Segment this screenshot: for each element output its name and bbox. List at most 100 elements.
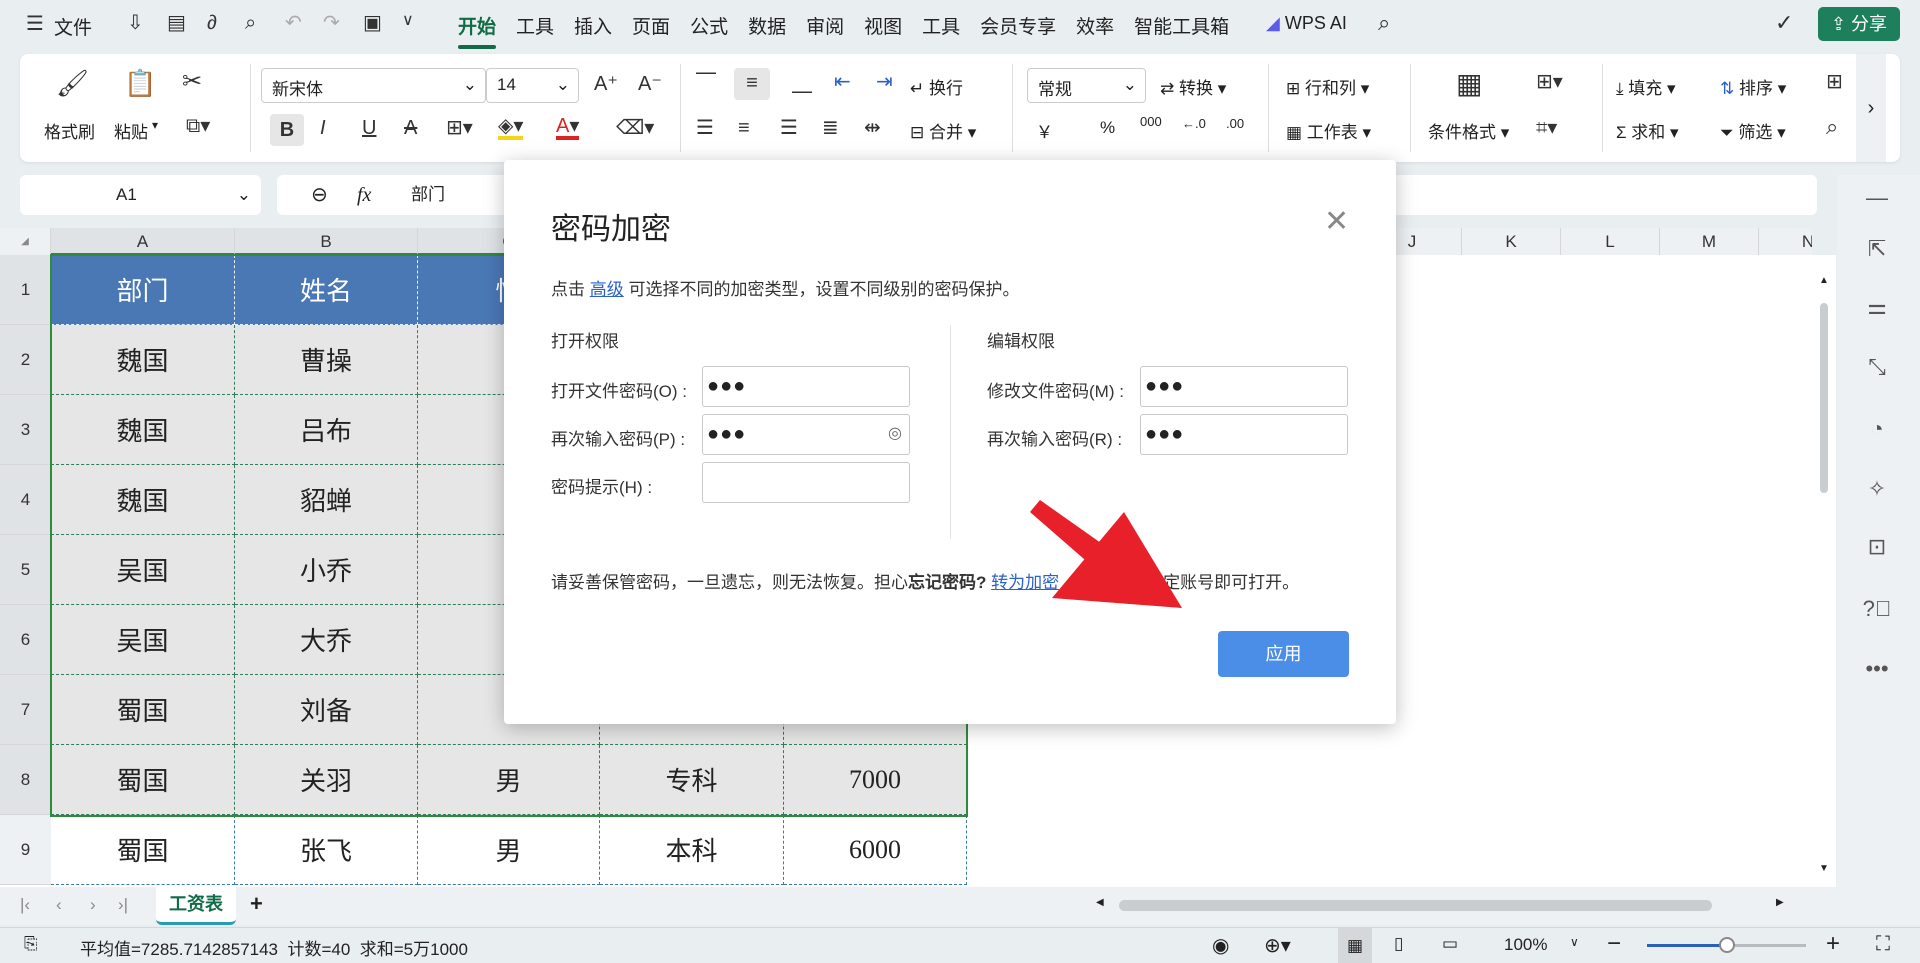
underline-icon[interactable]: U [362, 118, 376, 138]
decrease-font-icon[interactable]: A⁻ [638, 74, 662, 94]
font-size-select[interactable]: 14 ⌄ [486, 68, 579, 103]
cut-icon[interactable]: ✂ [182, 70, 202, 94]
grid-settings-icon[interactable]: ⊕▾ [1264, 933, 1291, 958]
tab-data[interactable]: 数据 [748, 12, 786, 39]
row-header-7[interactable]: 7 [0, 675, 51, 745]
column-header-N[interactable]: N [1759, 228, 1812, 255]
open-password-field[interactable]: ●●● [702, 366, 910, 407]
page-layout-view-icon[interactable]: ▯ [1394, 934, 1403, 954]
cell-A2[interactable]: 魏国 [51, 325, 235, 395]
macro-icon[interactable]: ⎘ [24, 934, 38, 954]
cell-C9[interactable]: 男 [418, 815, 600, 885]
tab-start[interactable]: 开始 [458, 12, 497, 49]
fx-icon[interactable]: fx [357, 175, 371, 215]
convert-button[interactable]: ⇄ 转换 ▾ [1160, 74, 1226, 99]
search-icon[interactable]: ⌕ [1378, 12, 1390, 34]
conditional-format-button[interactable]: 条件格式 ▾ [1428, 118, 1509, 143]
fullscreen-icon[interactable]: ⛶ [1876, 933, 1890, 956]
cell-D8[interactable]: 专科 [600, 745, 784, 815]
tools-icon[interactable]: ✧ [1862, 476, 1892, 502]
cell-E9[interactable]: 6000 [784, 815, 967, 885]
row-header-4[interactable]: 4 [0, 465, 51, 535]
vertical-scrollbar[interactable]: ▲ ▼ [1812, 255, 1836, 887]
cell-A7[interactable]: 蜀国 [51, 675, 235, 745]
sort-button[interactable]: ⇅ 排序 ▾ [1720, 74, 1786, 99]
bold-icon[interactable]: B [270, 114, 304, 146]
currency-button[interactable]: ￥ [1036, 118, 1053, 143]
add-sheet-button[interactable]: + [250, 891, 263, 917]
cell-B7[interactable]: 刘备 [235, 675, 418, 745]
merge-button[interactable]: ⊟ 合并 ▾ [910, 118, 976, 143]
cell-B8[interactable]: 关羽 [235, 745, 418, 815]
save-icon[interactable]: ▤ [167, 13, 186, 33]
row-header-8[interactable]: 8 [0, 745, 51, 815]
tab-smart-toolbox[interactable]: 智能工具箱 [1134, 12, 1229, 39]
apply-button[interactable]: 应用 [1218, 631, 1349, 677]
cell-style-icon[interactable]: ⊞▾ [1536, 72, 1563, 92]
zoom-formula-icon[interactable]: ⊖ [311, 175, 328, 215]
collapse-icon[interactable]: — [1862, 185, 1892, 211]
freeze-icon[interactable]: ⊞ [1826, 72, 1843, 92]
select-all-corner[interactable]: ◢ [0, 228, 51, 255]
cell-A9[interactable]: 蜀国 [51, 815, 235, 885]
cell-C8[interactable]: 男 [418, 745, 600, 815]
column-header-B[interactable]: B [235, 228, 418, 255]
fill-color-icon[interactable]: ◈▾ [498, 116, 524, 140]
row-header-5[interactable]: 5 [0, 535, 51, 605]
zoom-out-button[interactable]: − [1607, 930, 1621, 958]
align-right-icon[interactable]: ☰ [780, 118, 798, 138]
zoom-slider-knob[interactable] [1718, 937, 1735, 953]
zoom-in-button[interactable]: + [1826, 930, 1840, 958]
strikethrough-icon[interactable]: A [404, 118, 417, 138]
tab-view[interactable]: 视图 [864, 12, 902, 39]
scroll-left-icon[interactable]: ◀ [1096, 897, 1104, 908]
increase-decimal-button[interactable]: ←.0 [1182, 116, 1206, 131]
copy-icon[interactable]: ⧉▾ [186, 116, 210, 136]
cell-B6[interactable]: 大乔 [235, 605, 418, 675]
rows-columns-button[interactable]: ⊞ 行和列 ▾ [1286, 74, 1369, 99]
zoom-slider[interactable] [1647, 937, 1806, 953]
justify-icon[interactable]: ≣ [822, 118, 839, 138]
cell-B1[interactable]: 姓名 [235, 255, 418, 325]
last-sheet-icon[interactable]: ›| [118, 895, 128, 915]
select-cursor-icon[interactable]: ⇱ [1862, 236, 1892, 262]
row-header-1[interactable]: 1 [0, 255, 51, 325]
redo-icon[interactable]: ↷ [323, 13, 340, 33]
tab-member[interactable]: 会员专享 [980, 12, 1056, 39]
tab-formula[interactable]: 公式 [690, 12, 728, 39]
menu-icon[interactable]: ☰ [26, 14, 44, 34]
chart-icon[interactable]: ◔ [1862, 416, 1892, 442]
close-icon[interactable]: ✕ [1324, 204, 1349, 239]
format-painter-button[interactable]: 格式刷 [44, 118, 95, 143]
cell-B5[interactable]: 小乔 [235, 535, 418, 605]
worksheet-button[interactable]: ▦ 工作表 ▾ [1286, 118, 1371, 143]
transform-icon[interactable]: ⤡ [1862, 354, 1892, 380]
archive-icon[interactable]: ▣ [363, 13, 382, 33]
cell-A6[interactable]: 吴国 [51, 605, 235, 675]
cloud-sync-icon[interactable]: ✓ [1775, 12, 1793, 34]
cell-A1[interactable]: 部门 [51, 255, 235, 325]
indent-increase-icon[interactable]: ⇥ [876, 72, 893, 92]
eye-protection-icon[interactable]: ◉ [1212, 933, 1229, 958]
tab-review[interactable]: 审阅 [806, 12, 844, 39]
align-center-icon[interactable]: ≡ [738, 118, 750, 138]
sheet-tab-active[interactable]: 工资表 [156, 887, 236, 925]
tab-tools[interactable]: 工具 [516, 12, 554, 39]
prev-sheet-icon[interactable]: ‹ [56, 895, 62, 915]
confirm-open-password-field[interactable]: ●●● ◎ [702, 414, 910, 455]
align-top-icon[interactable]: ⎺ [696, 72, 716, 92]
column-header-K[interactable]: K [1462, 228, 1561, 255]
more-icon[interactable]: ••• [1862, 656, 1892, 682]
scroll-right-icon[interactable]: ▶ [1776, 897, 1784, 908]
zoom-level[interactable]: 100% [1504, 935, 1547, 955]
cell-A8[interactable]: 蜀国 [51, 745, 235, 815]
row-header-6[interactable]: 6 [0, 605, 51, 675]
book-icon[interactable]: ⊡ [1862, 534, 1892, 560]
show-password-eye-icon[interactable]: ◎ [888, 423, 903, 443]
eraser-icon[interactable]: ⌫▾ [616, 118, 654, 138]
ribbon-scroll-right-button[interactable]: › [1856, 54, 1886, 162]
normal-view-button[interactable]: ▦ [1338, 928, 1372, 963]
fill-button[interactable]: ⤓ 填充 ▾ [1616, 74, 1676, 99]
password-hint-field[interactable] [702, 462, 910, 503]
decrease-decimal-button[interactable]: .00 [1226, 116, 1244, 131]
